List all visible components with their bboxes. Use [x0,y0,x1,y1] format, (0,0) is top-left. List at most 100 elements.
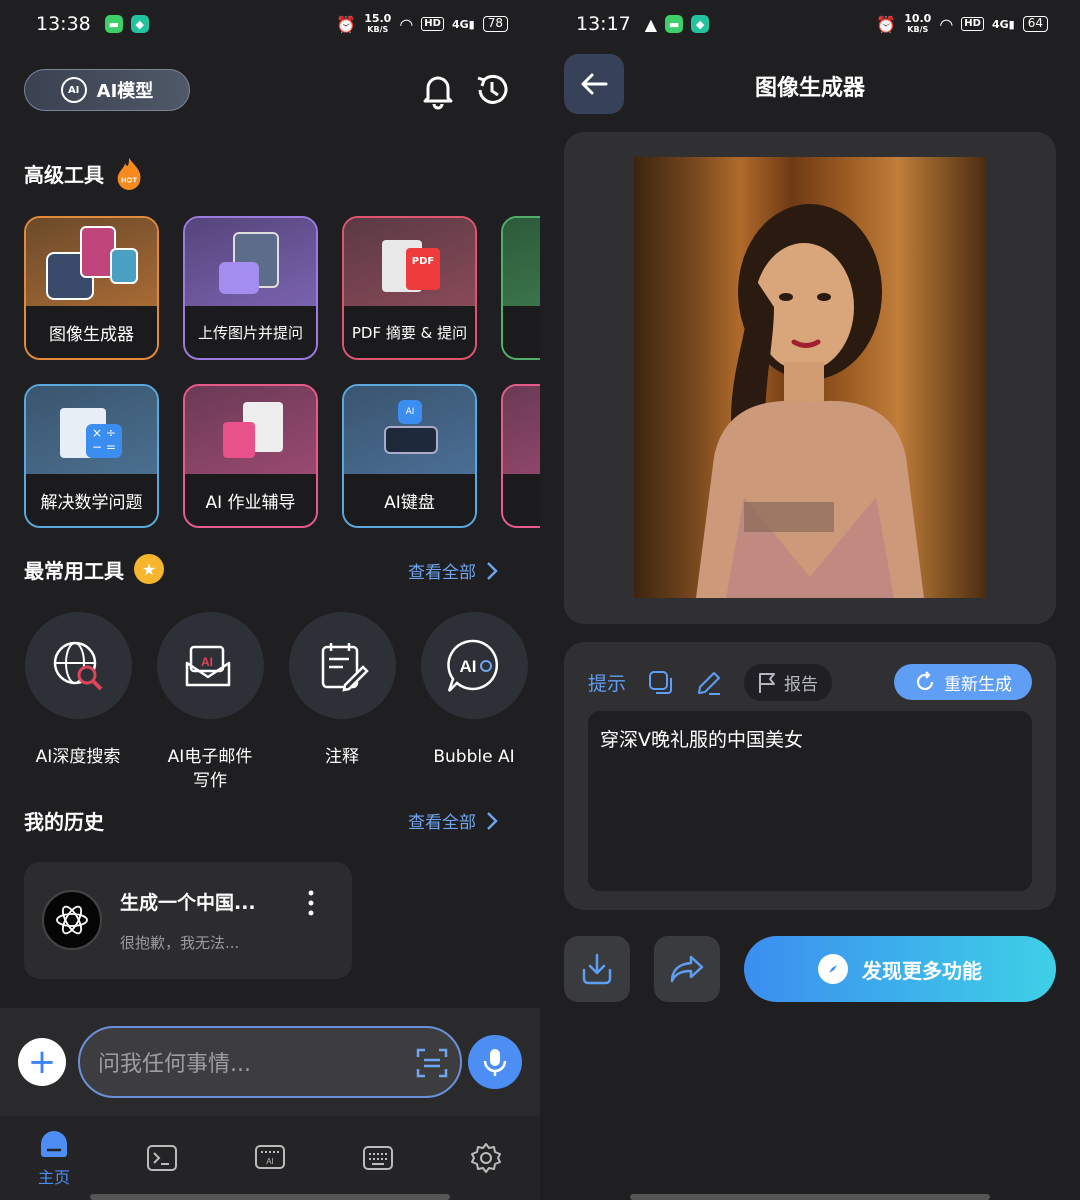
download-button[interactable] [564,936,630,1002]
svg-text:HOT: HOT [121,175,137,184]
terminal-icon [147,1145,177,1171]
ai-model-button[interactable]: AI AI模型 [24,69,190,111]
history-title: 我的历史 [24,810,104,834]
bell-icon[interactable] [418,70,458,110]
tool-card-partial[interactable] [501,384,540,528]
status-time: 13:38 [36,13,91,35]
ai-email-icon: AI [185,645,231,686]
message-app-icon: ▬ [104,15,123,33]
card-label: 图像生成器 [26,306,157,358]
signal-icon: 4G▮ [991,17,1015,31]
gesture-bar [90,1194,450,1200]
ai-refresh-icon: AI [60,77,87,103]
warning-icon: ▲ [644,14,658,34]
history-item[interactable]: 生成一个中国... 很抱歉，我无法... [24,862,352,979]
gesture-bar [630,1194,990,1200]
add-attachment-button[interactable]: + [18,1038,66,1086]
nav-ai-keyboard[interactable]: AI [240,1140,300,1176]
image-generator-art-icon [26,218,157,308]
status-bar: 13:17 ▲ ▬ ◆ ⏰ 10.0 KB/S ◠ HD 4G▮ 64 [540,0,1080,48]
battery-indicator: 78 [482,16,508,32]
history-see-all-link[interactable]: 查看全部 [408,808,498,833]
network-speed: 15.0 KB/S [364,11,392,34]
nav-home-label: 主页 [37,1168,70,1187]
network-speed: 10.0 KB/S [904,11,932,34]
wifi-icon: ◠ [399,14,414,34]
nav-terminal[interactable] [132,1144,192,1176]
history-heading: 我的历史 [24,806,104,835]
gear-icon [471,1143,501,1173]
atom-avatar-icon [42,890,102,950]
svg-text:AI: AI [201,655,213,669]
prompt-toolbar: 提示 报告 [588,664,833,701]
prompt-tip-label: 提示 [588,673,627,695]
home-icon [41,1131,67,1157]
tool-card-upload-image-ask[interactable]: 上传图片并提问 [183,216,318,360]
bubble-ai-icon: AI [447,639,499,692]
tool-bubble-ai[interactable]: AI Bubble AI [420,612,528,769]
nav-home[interactable]: 主页 [24,1130,84,1188]
frequent-tools-see-all-link[interactable]: 查看全部 [408,558,498,583]
battery-indicator: 64 [1022,16,1048,32]
card-label: 解决数学问题 [26,474,157,526]
edit-pencil-icon[interactable] [696,670,722,696]
ask-input[interactable]: 问我任何事情... [78,1026,462,1098]
share-arrow-icon [670,955,704,983]
ai-model-label: AI模型 [96,81,154,102]
nav-keyboard[interactable] [348,1144,408,1176]
hot-flame-icon: HOT [117,157,141,190]
discover-label: 发现更多功能 [862,958,982,983]
alarm-icon: ⏰ [336,14,357,34]
copy-icon[interactable] [648,670,674,696]
history-clock-icon[interactable] [472,70,512,110]
microphone-icon [483,1049,507,1076]
hd-badge: HD [961,17,984,31]
prompt-text-area[interactable]: 穿深V晚礼服的中国美女 [588,711,1032,891]
message-app-icon: ▬ [665,15,684,33]
math-art-icon: × ÷ − = [26,386,157,476]
flag-icon [759,672,776,693]
tool-card-math-solver[interactable]: × ÷ − = 解决数学问题 [24,384,159,528]
download-icon [582,953,612,985]
frequent-tools-heading: 最常用工具 ★ [24,554,164,584]
voice-input-button[interactable] [468,1035,522,1089]
report-button[interactable]: 报告 [744,664,833,701]
status-bar: 13:38 ▬ ◆ ⏰ 15.0 KB/S ◠ HD 4G▮ 78 [0,0,540,48]
more-vertical-icon[interactable] [306,889,316,919]
hd-badge: HD [421,17,444,31]
refresh-icon [916,671,934,691]
status-time: 13:17 [576,13,631,35]
ai-keyboard-icon: AI [255,1145,285,1169]
star-badge-icon: ★ [134,554,164,584]
signal-icon: 4G▮ [451,17,475,31]
keyboard-art-icon: AI [344,386,475,476]
pdf-art-icon: PDF [344,218,475,308]
nav-settings[interactable] [456,1142,516,1178]
regenerate-button[interactable]: 重新生成 [894,664,1032,700]
advanced-tools-row-2: × ÷ − = 解决数学问题 AI 作业辅导 AI AI键盘 [24,384,540,530]
compass-icon [818,954,848,984]
tool-card-homework-help[interactable]: AI 作业辅导 [183,384,318,528]
generated-image[interactable] [634,157,986,598]
image-generator-screen: 13:17 ▲ ▬ ◆ ⏰ 10.0 KB/S ◠ HD 4G▮ 64 图像生成器 [540,0,1080,1200]
svg-text:AI: AI [266,1157,274,1166]
discover-more-button[interactable]: 发现更多功能 [744,936,1056,1002]
card-label: 上传图片并提问 [185,306,316,358]
chevron-right-icon [487,561,498,580]
tool-ai-email-writing[interactable]: AI AI电子邮件写作 [156,612,264,792]
tool-card-ai-keyboard[interactable]: AI AI键盘 [342,384,477,528]
notes-icon [321,642,369,692]
advanced-tools-row-1: 图像生成器 上传图片并提问 PDF PDF 摘要 & 提问 [24,216,540,362]
tool-card-pdf-summary[interactable]: PDF PDF 摘要 & 提问 [342,216,477,360]
frequent-tools-list: AI深度搜索 AI AI电子邮件写作 注释 AI Bubble AI [24,612,540,792]
scan-icon[interactable] [416,1048,448,1078]
share-button[interactable] [654,936,720,1002]
prompt-panel: 提示 报告 重新生成 穿深V晚礼服的中国美女 [564,642,1056,910]
shield-app-icon: ◆ [130,15,149,33]
see-all-label: 查看全部 [408,563,476,583]
tool-notes[interactable]: 注释 [288,612,396,769]
portrait-illustration [696,204,924,598]
tool-card-image-generator[interactable]: 图像生成器 [24,216,159,360]
tool-ai-deep-search[interactable]: AI深度搜索 [24,612,132,769]
tool-card-partial[interactable] [501,216,540,360]
